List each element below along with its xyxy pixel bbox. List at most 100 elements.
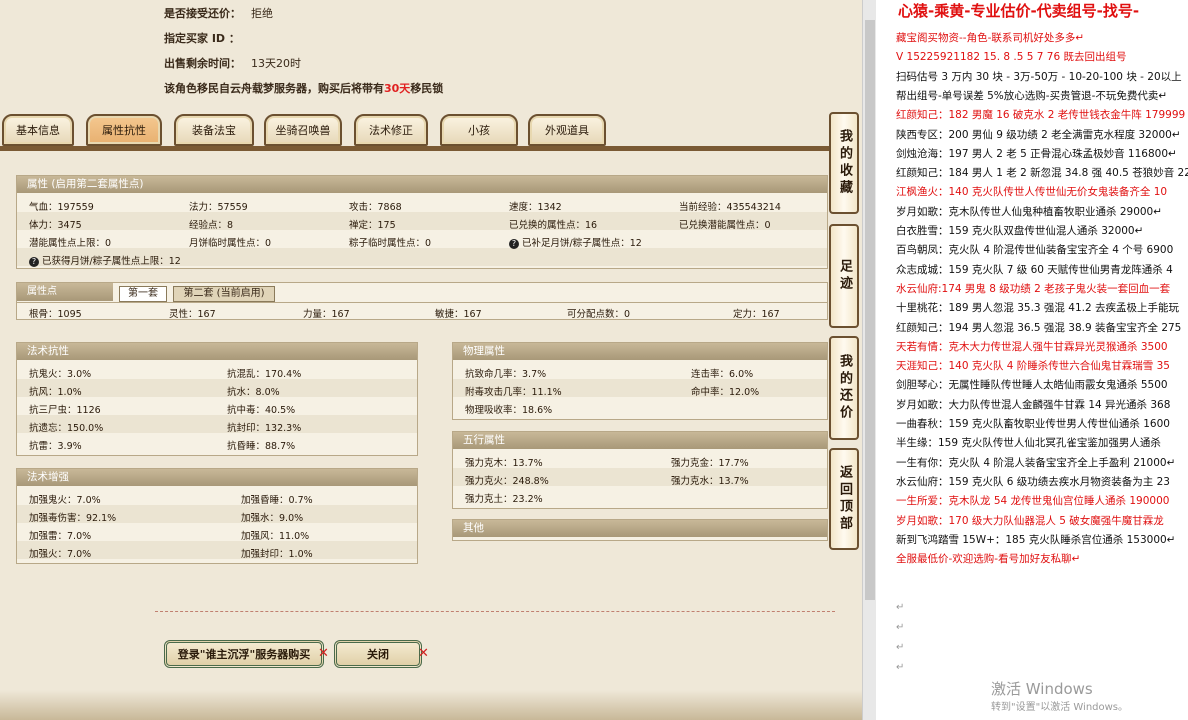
- help-icon[interactable]: ?: [29, 257, 39, 267]
- enhance-seal: 加强封印：1.0%: [241, 549, 313, 560]
- back-to-top-button[interactable]: 返回顶部: [829, 448, 859, 550]
- points-divider: [17, 302, 827, 303]
- enhance-sleep: 加强昏睡：0.7%: [241, 495, 313, 506]
- tab-equipment[interactable]: 装备法宝: [174, 114, 254, 146]
- my-favorites-label: 我的收藏: [837, 129, 852, 197]
- attr-filled: 已补足月饼/粽子属性点：12: [522, 238, 642, 249]
- attr-mooncake-temp: 月饼临时属性点：0: [189, 238, 272, 249]
- help-icon[interactable]: ?: [509, 239, 519, 249]
- attr-exp-points: 经验点：8: [189, 220, 234, 231]
- elem-vs-earth: 强力克土：23.2%: [465, 494, 543, 505]
- point-constitution: 根骨：1095: [29, 309, 82, 320]
- close-x-icon: ✕: [418, 646, 429, 661]
- doc-line: 百鸟朝凤：克火队 4 阶混传世仙装备宝宝齐全 4 个号 6900: [896, 244, 1174, 257]
- time-left-value: 13天20时: [251, 57, 301, 70]
- phys-absorb: 物理吸收率：18.6%: [465, 405, 553, 416]
- attr-potential-cap: 潜能属性点上限：0: [29, 238, 112, 249]
- my-counter-offers-button[interactable]: 我的还价: [829, 336, 859, 440]
- attr-panel: 属性 (启用第二套属性点) 气血：197559 法力：57559 攻击：7868…: [16, 175, 828, 269]
- dashed-divider: [155, 611, 835, 612]
- physical-title: 物理属性: [453, 343, 827, 360]
- doc-line: 江枫渔火：140 克火队传世人传世仙无价女鬼装备齐全 10: [896, 186, 1168, 199]
- attr-hp: 气血：197559: [29, 202, 94, 213]
- buyer-id-row: 指定买家 ID ：: [164, 30, 240, 46]
- resist-poison: 抗中毒：40.5%: [227, 405, 296, 416]
- close-x-icon: ✕: [318, 646, 329, 661]
- resist-wind: 抗风：1.0%: [29, 387, 82, 398]
- buyer-id-label: 指定买家 ID ：: [164, 32, 240, 45]
- doc-line: 天若有情：克木大力传世混人强牛甘霖异光灵猴通杀 3500: [896, 340, 1168, 353]
- close-button[interactable]: 关闭: [334, 640, 422, 668]
- doc-line: 红颜知己：182 男魔 16 破克水 2 老传世钱衣金牛阵 179999: [896, 109, 1186, 122]
- para-mark: ↵: [896, 622, 905, 633]
- elem-vs-water: 强力克水：13.7%: [671, 476, 749, 487]
- vertical-scrollbar[interactable]: [862, 0, 876, 720]
- doc-line: 一曲春秋：159 克火队畜牧职业传世男人传世仙通杀 1600: [896, 418, 1170, 430]
- doc-line: 剑胆琴心：无属性睡队传世睡人太皓仙雨霰女鬼通杀 5500: [896, 379, 1168, 392]
- resist-title: 法术抗性: [17, 343, 417, 360]
- enhance-poison: 加强毒伤害：92.1%: [29, 513, 117, 524]
- attr-exchanged-potential: 已兑换潜能属性点：0: [679, 220, 771, 231]
- windows-activation-subtext: 转到"设置"以激活 Windows。: [991, 702, 1129, 713]
- tab-child[interactable]: 小孩: [440, 114, 518, 146]
- login-buy-button[interactable]: 登录"谁主沉浮"服务器购买: [164, 640, 324, 668]
- elements-title: 五行属性: [453, 432, 827, 449]
- footprint-button[interactable]: 足迹: [829, 224, 859, 328]
- doc-line: 水云仙府：159 克火队 6 级功绩去疾水月物资装备为主 23: [896, 475, 1170, 488]
- doc-line: 红颜知己：194 男人忽混 36.5 强混 38.9 装备宝宝齐全 275: [896, 321, 1182, 334]
- point-endurance: 定力：167: [733, 309, 780, 320]
- attr-mp: 法力：57559: [189, 202, 248, 213]
- tab-mounts-pets[interactable]: 坐骑召唤兽: [264, 114, 342, 146]
- phys-combo: 连击率：6.0%: [691, 369, 754, 380]
- doc-line: 天涯知己：140 克火队 4 阶睡杀传世六合仙鬼甘霖瑞雪 35: [896, 360, 1170, 373]
- footer-band: [0, 690, 862, 720]
- scrollbar-thumb[interactable]: [865, 20, 875, 600]
- migrate-notice: 该角色移民自云舟载梦服务器，购买后将带有30天移民锁: [164, 80, 443, 96]
- tab-attr-resist[interactable]: 属性抗性: [86, 114, 162, 146]
- doc-line: 扫码估号 3 万内 30 块 - 3万-50万 - 10-20-100 块 - …: [896, 70, 1182, 83]
- point-spirit: 灵性：167: [169, 309, 216, 320]
- phys-hit: 命中率：12.0%: [691, 387, 760, 398]
- para-mark: ↵: [896, 662, 905, 673]
- points-tab-set2[interactable]: 第二套 (当前启用): [173, 286, 275, 302]
- points-tab-set1[interactable]: 第一套: [119, 286, 167, 302]
- attr-zongzi-temp: 粽子临时属性点：0: [349, 238, 432, 249]
- doc-line: 帮出组号-单号误差 5%放心选购-买贵管退-不玩免费代卖↵: [896, 89, 1168, 102]
- tab-spell-correction[interactable]: 法术修正: [354, 114, 428, 146]
- para-mark: ↵: [896, 602, 905, 613]
- resist-chaos: 抗混乱：170.4%: [227, 369, 302, 380]
- para-mark: ↵: [896, 642, 905, 653]
- resist-sleep: 抗昏睡：88.7%: [227, 441, 296, 452]
- enhance-thunder: 加强雷：7.0%: [29, 531, 92, 542]
- notes-document: 心猿-乘黄-专业估价-代卖组号-找号- 藏宝阁买物资--角色-联系司机好处多多↵…: [876, 0, 1188, 720]
- accept-counter-label: 是否接受还价：: [164, 7, 241, 20]
- doc-line: 藏宝阁买物资--角色-联系司机好处多多↵: [896, 32, 1085, 44]
- doc-line: V 15225921182 15. 8 .5 5 7 76 既去回出组号: [896, 51, 1127, 64]
- doc-title: 心猿-乘黄-专业估价-代卖组号-找号-: [898, 2, 1140, 20]
- resist-forget: 抗遗忘：150.0%: [29, 423, 104, 434]
- migrate-prefix: 该角色移民自云舟载梦服务器，购买后将带有: [164, 82, 384, 95]
- attr-zen: 禅定：175: [349, 220, 396, 231]
- doc-line: 十里桃花：189 男人忽混 35.3 强混 41.2 去疾孟极上手能玩: [896, 302, 1179, 315]
- doc-line: 众志成城：159 克火队 7 级 60 天赋传世仙男青龙阵通杀 4: [896, 263, 1173, 276]
- resist-seal: 抗封印：132.3%: [227, 423, 302, 434]
- my-favorites-button[interactable]: 我的收藏: [829, 112, 859, 214]
- tab-appearance[interactable]: 外观道具: [528, 114, 606, 146]
- resist-water: 抗水：8.0%: [227, 387, 280, 398]
- physical-panel: 物理属性 抗致命几率：3.7% 附毒攻击几率：11.1% 物理吸收率：18.6%…: [452, 342, 828, 420]
- accept-counter-row: 是否接受还价： 拒绝: [164, 5, 273, 21]
- enhance-ghostfire: 加强鬼火：7.0%: [29, 495, 101, 506]
- windows-activation-watermark: 激活 Windows: [991, 680, 1093, 698]
- doc-line: 陕西专区：200 男仙 9 级功绩 2 老全满雷克水程度 32000↵: [896, 128, 1181, 141]
- doc-line: 一生有你：克火队 4 阶混人装备宝宝齐全上手盈利 21000↵: [896, 456, 1176, 469]
- point-strength: 力量：167: [303, 309, 350, 320]
- points-panel: 属性点 第一套 第二套 (当前启用) 根骨：1095 灵性：167 力量：167…: [16, 282, 828, 320]
- attr-panel-title: 属性 (启用第二套属性点): [17, 176, 827, 193]
- attr-exp: 当前经验：435543214: [679, 202, 781, 213]
- doc-line: 全服最低价-欢迎选购-看号加好友私聊↵: [896, 553, 1081, 566]
- attr-attack: 攻击：7868: [349, 202, 402, 213]
- attr-exchanged: 已兑换的属性点：16: [509, 220, 598, 231]
- resist-thunder: 抗雷：3.9%: [29, 441, 82, 452]
- tab-basic-info[interactable]: 基本信息: [2, 114, 74, 146]
- attr-stamina: 体力：3475: [29, 220, 82, 231]
